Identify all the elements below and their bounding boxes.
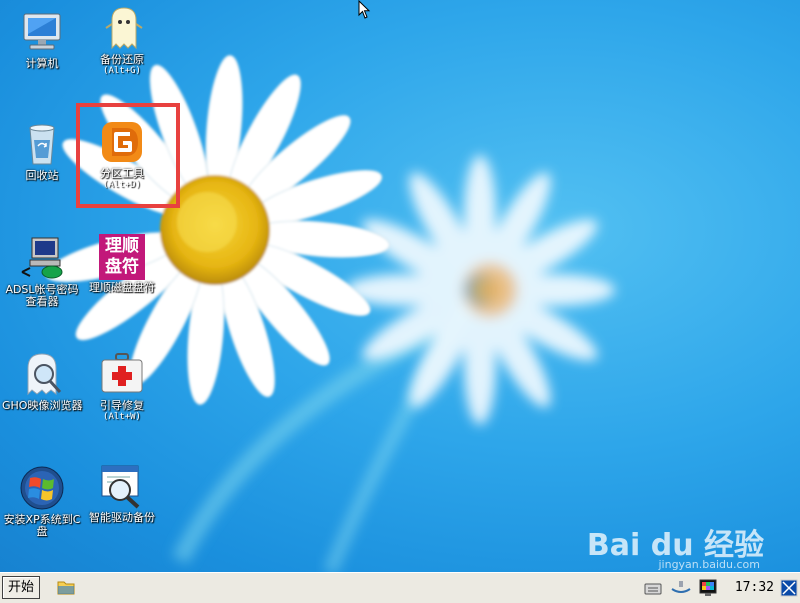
network-computer-icon [18,234,66,282]
desktop-icon-gho-browser[interactable]: GHO映像浏览器 [2,350,82,412]
icon-label: 安装XP系统到C盘 [3,513,81,538]
desktop-icon-install-xp[interactable]: 安装XP系统到C盘 [2,464,82,538]
icon-label: 理顺磁盘盘符 [89,281,155,294]
computer-icon [18,8,66,56]
icon-label: 引导修复 [100,399,144,412]
display-tray-icon[interactable] [698,578,718,598]
icon-text-line: 理顺 [105,236,139,256]
baidu-watermark-url: jingyan.baidu.com [658,558,760,571]
first-aid-kit-icon [98,350,146,398]
icon-label: GHO映像浏览器 [2,399,83,412]
desktop-icon-computer[interactable]: 计算机 [2,8,82,70]
ghost-icon [98,4,146,52]
highlight-annotation-box [76,103,180,208]
windows-logo-icon [18,464,66,512]
desktop-icon-sort-drive-letters[interactable]: 理顺 盘符 理顺磁盘盘符 [82,234,162,294]
desktop: 计算机 回收站 ADSL帐号密码查看器 GHO映像浏览器 安装XP系统到C盘 备… [0,0,800,572]
taskbar: 开始 17:32 [0,572,800,603]
system-tray: 17:32 [600,575,800,601]
icon-label: 智能驱动备份 [89,511,155,524]
desktop-icon-boot-repair[interactable]: 引导修复 (Alt+W) [82,350,162,422]
icon-label: ADSL帐号密码查看器 [5,283,79,308]
desktop-icon-driver-backup[interactable]: 智能驱动备份 [82,462,162,524]
icon-hotkey: (Alt+W) [103,412,141,422]
mouse-cursor-icon [358,0,371,19]
document-magnifier-icon [98,462,146,510]
desktop-icon-backup-restore[interactable]: 备份还原 (Alt+G) [82,4,162,76]
desktop-icon-adsl-viewer[interactable]: ADSL帐号密码查看器 [2,234,82,308]
keyboard-icon[interactable] [644,580,662,596]
folder-icon[interactable] [57,579,75,595]
start-button[interactable]: 开始 [2,576,40,599]
icon-hotkey: (Alt+G) [103,66,141,76]
show-desktop-icon[interactable] [780,579,798,597]
icon-label: 回收站 [25,169,59,182]
icon-text-line: 盘符 [105,257,139,277]
ghost-magnifier-icon [18,350,66,398]
desktop-icon-recycle-bin[interactable]: 回收站 [2,120,82,182]
recycle-bin-icon [18,120,66,168]
clock[interactable]: 17:32 [735,580,774,595]
icon-label: 备份还原 [100,53,144,66]
network-tray-icon[interactable] [670,579,692,597]
icon-label: 计算机 [25,57,59,70]
lishun-drive-letter-icon: 理顺 盘符 [99,234,145,280]
